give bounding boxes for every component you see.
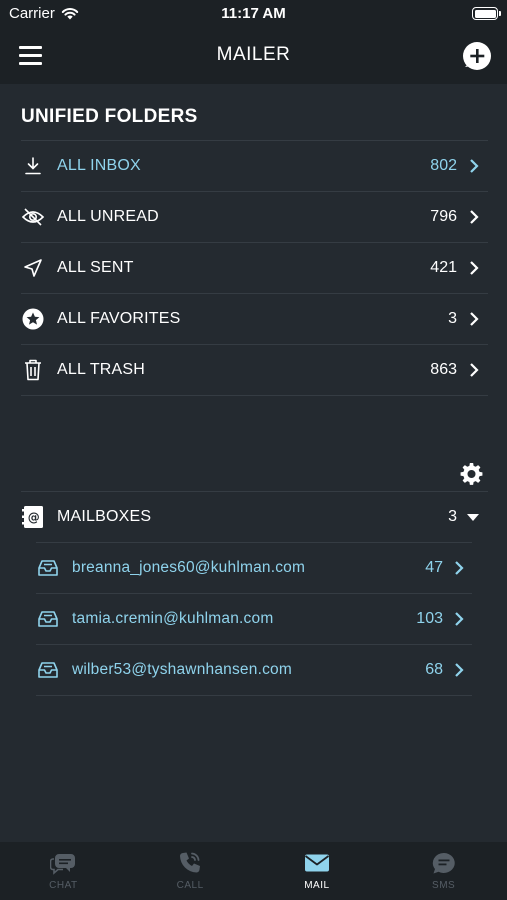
mailbox-email: wilber53@tyshawnhansen.com (72, 661, 292, 678)
chevron-right-icon (455, 561, 464, 575)
chevron-right-icon (455, 663, 464, 677)
tab-label: MAIL (304, 880, 330, 891)
mailbox-count: 68 (425, 661, 443, 678)
svg-text:@: @ (28, 511, 40, 525)
address-book-icon: @ (21, 505, 45, 529)
chevron-right-icon (455, 612, 464, 626)
chevron-right-icon (470, 261, 479, 275)
status-time: 11:17 AM (221, 5, 286, 22)
chat-icon (50, 854, 76, 875)
tab-label: SMS (432, 880, 456, 891)
folder-count: 796 (430, 208, 457, 225)
mailbox-row[interactable]: wilber53@tyshawnhansen.com 68 (36, 644, 472, 695)
download-icon (21, 154, 45, 178)
mailbox-email: tamia.cremin@kuhlman.com (72, 610, 274, 627)
mailbox-count: 47 (425, 559, 443, 576)
tab-mail[interactable]: MAIL (254, 842, 381, 900)
folder-label: ALL INBOX (57, 157, 141, 174)
folder-count: 802 (430, 157, 457, 174)
folder-label: ALL FAVORITES (57, 310, 181, 327)
mailbox-email: breanna_jones60@kuhlman.com (72, 559, 306, 576)
inbox-tray-icon (36, 556, 60, 580)
envelope-icon (304, 854, 329, 872)
folder-row-all-trash[interactable]: ALL TRASH 863 (21, 344, 488, 395)
folder-row-all-inbox[interactable]: ALL INBOX 802 (21, 140, 488, 191)
mailbox-count: 103 (416, 610, 443, 627)
tab-sms[interactable]: SMS (380, 842, 507, 900)
divider (21, 395, 488, 396)
sms-icon (432, 852, 455, 874)
folder-label: ALL SENT (57, 259, 134, 276)
divider (36, 695, 472, 696)
folder-label: ALL TRASH (57, 361, 146, 378)
gear-icon[interactable] (460, 462, 483, 485)
folder-count: 421 (430, 259, 457, 276)
app-title: MAILER (216, 44, 291, 65)
chevron-right-icon (470, 159, 479, 173)
inbox-tray-icon (36, 658, 60, 682)
tab-label: CALL (176, 880, 204, 891)
mailboxes-header[interactable]: @ MAILBOXES 3 (21, 491, 488, 542)
trash-icon (21, 358, 45, 382)
unified-folders-title: UNIFIED FOLDERS (21, 106, 198, 127)
nav-bar: MAILER (0, 28, 507, 84)
inbox-tray-icon (36, 607, 60, 631)
phone-icon (180, 852, 201, 873)
tab-call[interactable]: CALL (127, 842, 254, 900)
chevron-right-icon (470, 210, 479, 224)
folder-count: 3 (448, 310, 457, 327)
status-bar: Carrier 11:17 AM (0, 0, 507, 28)
folder-count: 863 (430, 361, 457, 378)
folder-row-all-unread[interactable]: ALL UNREAD 796 (21, 191, 488, 242)
mailboxes-count: 3 (448, 508, 457, 525)
compose-add-button[interactable] (461, 40, 493, 72)
mailbox-row[interactable]: tamia.cremin@kuhlman.com 103 (36, 593, 472, 644)
caret-down-icon (467, 514, 479, 521)
star-circle-icon (21, 307, 45, 331)
eye-slash-icon (21, 205, 45, 229)
folder-label: ALL UNREAD (57, 208, 159, 225)
tab-chat[interactable]: CHAT (0, 842, 127, 900)
tab-bar: CHAT CALL MAIL SMS (0, 842, 507, 900)
paper-plane-icon (21, 256, 45, 280)
chevron-right-icon (470, 312, 479, 326)
tab-label: CHAT (49, 880, 78, 891)
folder-row-all-sent[interactable]: ALL SENT 421 (21, 242, 488, 293)
battery-icon (472, 7, 501, 20)
folder-row-all-favorites[interactable]: ALL FAVORITES 3 (21, 293, 488, 344)
mailbox-row[interactable]: breanna_jones60@kuhlman.com 47 (36, 542, 472, 593)
chevron-right-icon (470, 363, 479, 377)
mailboxes-label: MAILBOXES (57, 508, 152, 525)
